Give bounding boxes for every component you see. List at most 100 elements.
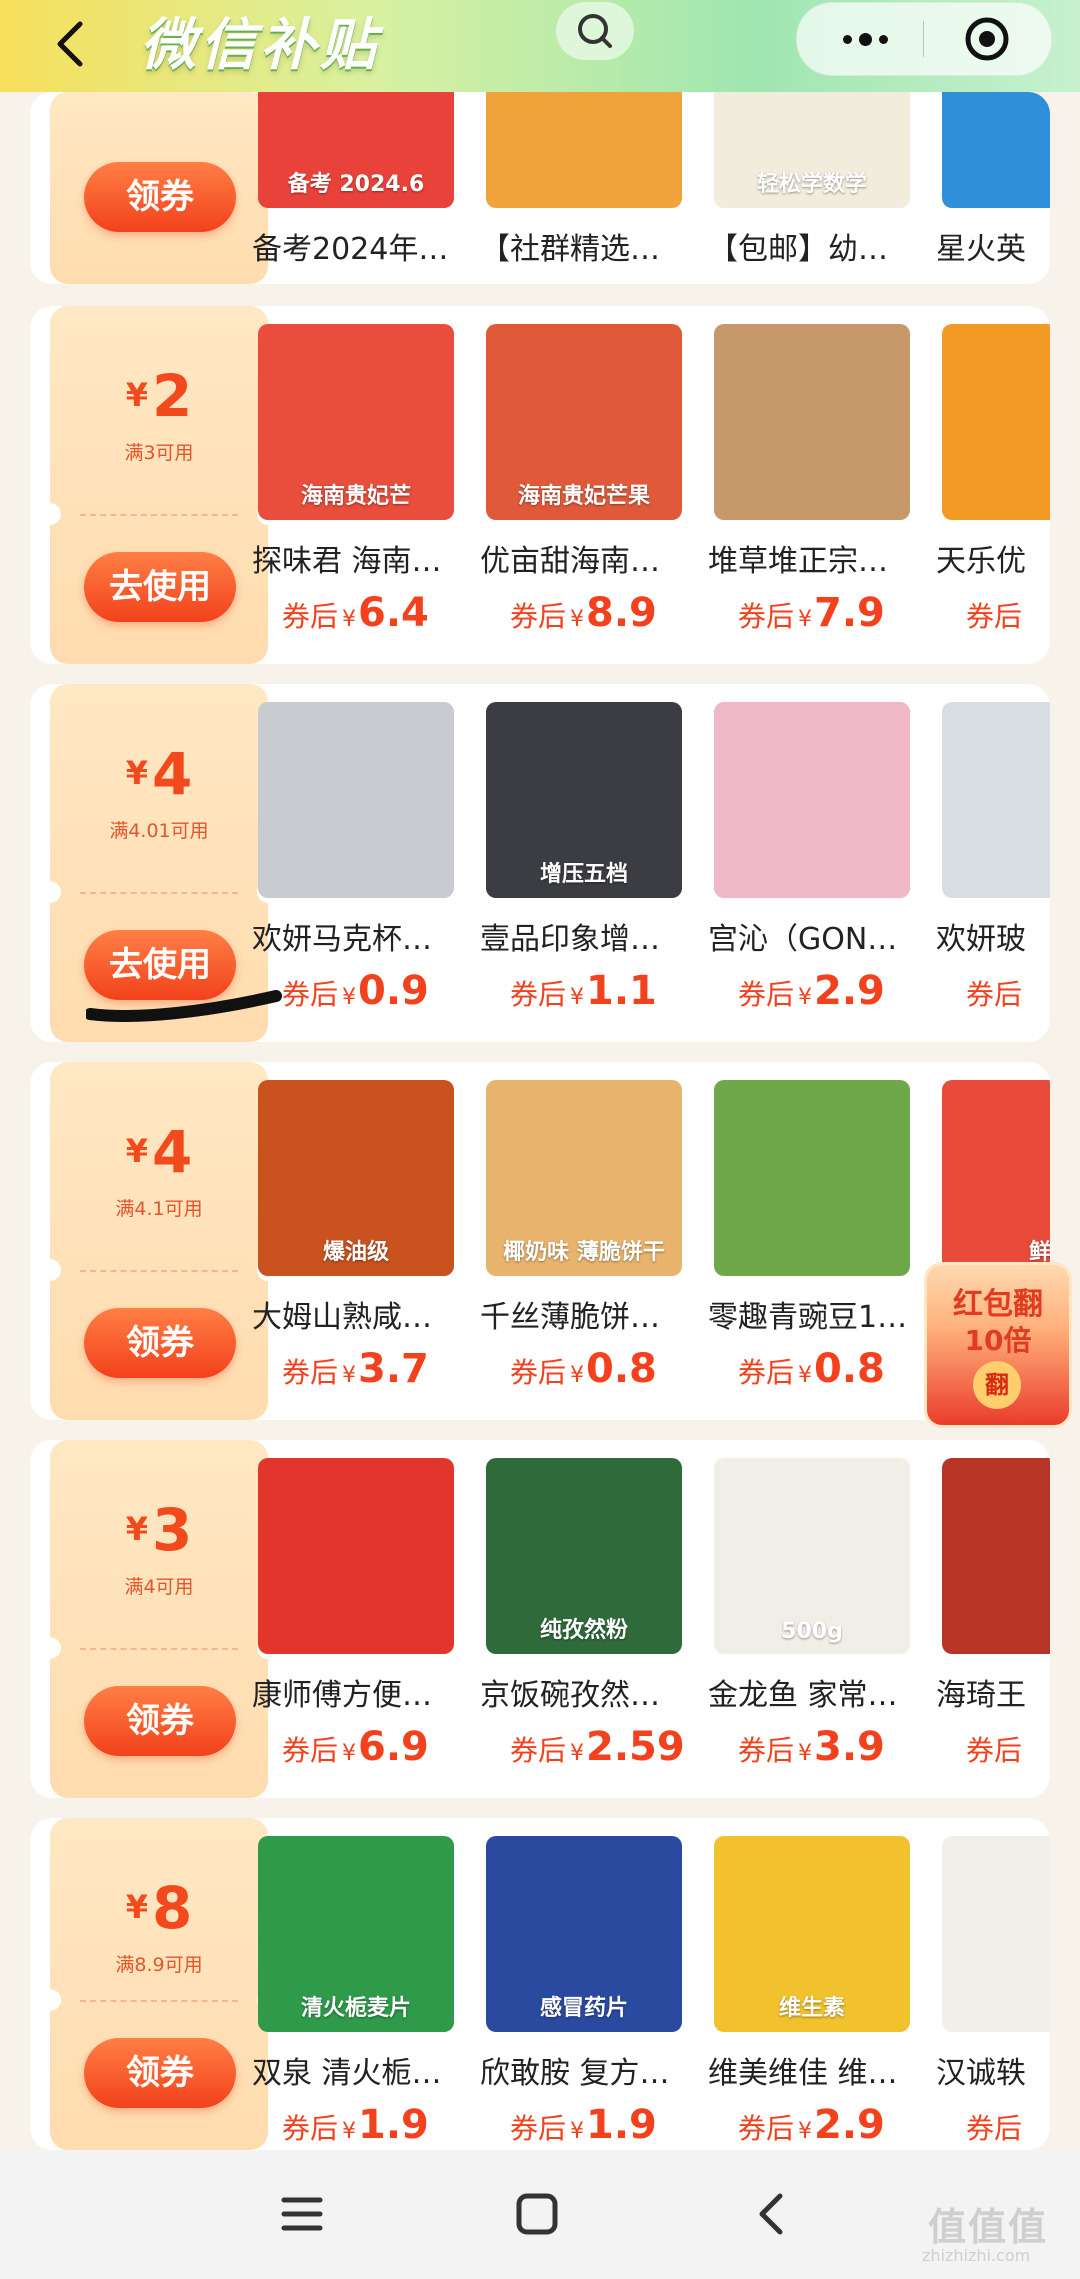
product-item[interactable]: 堆草堆正宗… 券后 ¥7.9 — [708, 324, 922, 636]
product-item[interactable]: 500g 金龙鱼 家常… 券后 ¥3.9 — [708, 1458, 922, 1770]
coupon-amount: ¥8 — [125, 1874, 193, 1942]
product-image[interactable]: 纯孜然粉 — [486, 1458, 682, 1654]
product-image-text: 清火栀麦片 — [300, 1996, 411, 2021]
product-image-text: 增压五档 — [539, 862, 628, 887]
product-price: 券后 ¥8.9 — [510, 590, 657, 636]
product-item[interactable]: 轻松学数学 【包邮】幼… 券后¥3.15 — [708, 92, 922, 284]
product-image-text: 500g — [781, 1619, 843, 1644]
product-image[interactable]: 鲜 — [942, 1080, 1050, 1276]
product-price: 券后 ¥0.8 — [510, 1346, 657, 1392]
product-name: 壹品印象增… — [480, 922, 660, 957]
watermark-url: zhizhizhi.com — [922, 2246, 1031, 2265]
product-image[interactable] — [942, 92, 1050, 208]
red-envelope-line1: 红包翻 — [953, 1287, 1043, 1322]
back-arrow-icon[interactable] — [44, 16, 100, 72]
coupon-amount: ¥3 — [125, 1496, 193, 1564]
page-title: 微信补贴 — [140, 12, 380, 78]
product-image[interactable] — [714, 1080, 910, 1276]
product-image-text: 爆油级 — [322, 1240, 389, 1265]
search-button[interactable] — [556, 2, 634, 60]
product-image[interactable] — [258, 702, 454, 898]
product-item[interactable]: 海琦王 券后 — [936, 1458, 1050, 1770]
product-image[interactable] — [942, 702, 1050, 898]
coupon-card: 领券 备考 2024.6 备考2024年… 券后¥12.8 【社群精选… 券后¥… — [30, 92, 1050, 284]
product-item[interactable]: 海南贵妃芒 探味君 海南… 券后 ¥6.4 — [252, 324, 466, 636]
product-image[interactable]: 备考 2024.6 — [258, 92, 454, 208]
product-image[interactable] — [486, 92, 682, 208]
product-item[interactable]: 维生素 维美维佳 维… 券后 ¥2.9 — [708, 1836, 922, 2148]
product-price: 券后 — [966, 1734, 1023, 1767]
coupon-action-button[interactable]: 领券 — [84, 162, 236, 232]
product-item[interactable]: 海南贵妃芒果 优亩甜海南… 券后 ¥8.9 — [480, 324, 694, 636]
product-item[interactable]: 【社群精选… 券后¥26.4 — [480, 92, 694, 284]
product-item[interactable]: 零趣青豌豆1… 券后 ¥0.8 — [708, 1080, 922, 1392]
coupon-action-button[interactable]: 领券 — [84, 2038, 236, 2108]
product-image[interactable]: 爆油级 — [258, 1080, 454, 1276]
product-image[interactable] — [258, 1458, 454, 1654]
product-image[interactable] — [942, 324, 1050, 520]
coupon-ticket: ¥2 满3可用 去使用 — [39, 306, 279, 664]
top-bar: 微信补贴 — [0, 0, 1080, 92]
product-item[interactable]: 备考 2024.6 备考2024年… 券后¥12.8 — [252, 92, 466, 284]
home-square-icon[interactable] — [505, 2182, 569, 2246]
product-price: 券后 ¥2.59 — [510, 1724, 685, 1770]
coupon-action-button[interactable]: 去使用 — [84, 552, 236, 622]
mini-program-close-icon[interactable] — [963, 15, 1011, 63]
product-item[interactable]: 天乐优 券后 — [936, 324, 1050, 636]
product-image[interactable]: 增压五档 — [486, 702, 682, 898]
product-item[interactable]: 增压五档 壹品印象增… 券后 ¥1.1 — [480, 702, 694, 1014]
menu-icon[interactable] — [270, 2182, 334, 2246]
product-item[interactable]: 欢妍马克杯… 券后 ¥0.9 — [252, 702, 466, 1014]
product-image[interactable]: 轻松学数学 — [714, 92, 910, 208]
product-item[interactable]: 汉诚轶 券后 — [936, 1836, 1050, 2148]
product-image[interactable] — [942, 1836, 1050, 2032]
coupon-ticket: ¥4 满4.1可用 领券 — [39, 1062, 279, 1420]
product-image-text: 维生素 — [778, 1996, 845, 2021]
product-image[interactable]: 500g — [714, 1458, 910, 1654]
product-price: 券后 — [936, 278, 1050, 284]
red-envelope-floating-ad[interactable]: 红包翻 10倍 翻 — [924, 1262, 1072, 1428]
product-item[interactable]: 宫沁（GON… 券后 ¥2.9 — [708, 702, 922, 1014]
product-image[interactable] — [714, 324, 910, 520]
product-item[interactable]: 纯孜然粉 京饭碗孜然… 券后 ¥2.59 — [480, 1458, 694, 1770]
product-price: 券后¥26.4 — [480, 278, 694, 284]
product-price: 券后 ¥3.9 — [738, 1724, 885, 1770]
coupon-card: ¥4 满4.1可用 领券 爆油级 大姆山熟咸… 券后 ¥3.7 椰奶味 薄脆饼干 … — [30, 1062, 1050, 1420]
product-item[interactable]: 清火栀麦片 双泉 清火栀… 券后 ¥1.9 — [252, 1836, 466, 2148]
product-name: 欢妍马克杯… — [252, 922, 432, 957]
product-image-text: 感冒药片 — [539, 1996, 628, 2021]
coupon-ticket: ¥8 满8.9可用 领券 — [39, 1818, 279, 2150]
product-image[interactable]: 清火栀麦片 — [258, 1836, 454, 2032]
more-dots-icon[interactable] — [825, 19, 905, 59]
coupon-condition: 满4.1可用 — [115, 1198, 203, 1220]
product-price: 券后 — [966, 978, 1023, 1011]
product-item[interactable]: 椰奶味 薄脆饼干 千丝薄脆饼… 券后 ¥0.8 — [480, 1080, 694, 1392]
product-name: 【社群精选… — [480, 232, 660, 267]
product-price: 券后 ¥2.9 — [738, 2102, 885, 2148]
product-item[interactable]: 康师傅方便… 券后 ¥6.9 — [252, 1458, 466, 1770]
product-item[interactable]: 欢妍玻 券后 — [936, 702, 1050, 1014]
coupon-amount: ¥4 — [125, 740, 193, 808]
coupon-action-button[interactable]: 领券 — [84, 1686, 236, 1756]
product-image[interactable]: 椰奶味 薄脆饼干 — [486, 1080, 682, 1276]
product-image[interactable]: 海南贵妃芒 — [258, 324, 454, 520]
product-price: 券后 ¥0.8 — [738, 1346, 885, 1392]
product-image[interactable]: 海南贵妃芒果 — [486, 324, 682, 520]
coupon-action-button[interactable]: 领券 — [84, 1308, 236, 1378]
back-chevron-icon[interactable] — [740, 2182, 804, 2246]
scribble-mark — [86, 990, 282, 1022]
coupon-amount: ¥2 — [125, 362, 193, 430]
product-price: 券后 ¥1.1 — [510, 968, 657, 1014]
product-image[interactable]: 感冒药片 — [486, 1836, 682, 2032]
coupon-card: ¥2 满3可用 去使用 海南贵妃芒 探味君 海南… 券后 ¥6.4 海南贵妃芒果 … — [30, 306, 1050, 664]
product-image[interactable] — [714, 702, 910, 898]
product-price: 券后 ¥1.9 — [282, 2102, 429, 2148]
product-item[interactable]: 星火英 券后 — [936, 92, 1050, 284]
coupon-condition: 满3可用 — [124, 442, 194, 464]
product-image[interactable]: 维生素 — [714, 1836, 910, 2032]
product-item[interactable]: 爆油级 大姆山熟咸… 券后 ¥3.7 — [252, 1080, 466, 1392]
product-image[interactable] — [942, 1458, 1050, 1654]
product-item[interactable]: 感冒药片 欣敢胺 复方… 券后 ¥1.9 — [480, 1836, 694, 2148]
product-image-text: 椰奶味 薄脆饼干 — [503, 1240, 665, 1265]
product-item[interactable]: 鲜 — [936, 1080, 1050, 1276]
